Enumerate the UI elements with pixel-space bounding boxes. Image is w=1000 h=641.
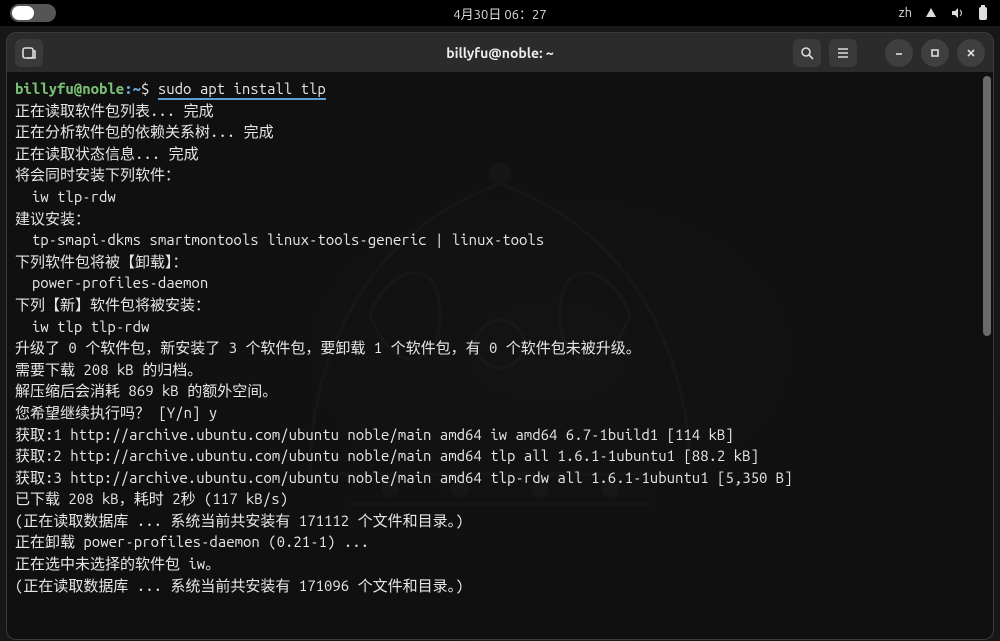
output-line: 正在选中未选择的软件包 iw。	[15, 553, 985, 575]
prompt-path: ~	[133, 80, 141, 97]
maximize-button[interactable]	[921, 39, 949, 67]
search-button[interactable]	[793, 39, 821, 67]
output-line: 获取:1 http://archive.ubuntu.com/ubuntu no…	[15, 424, 985, 446]
prompt-colon: :	[124, 80, 132, 97]
output-line: 需要下载 208 kB 的归档。	[15, 359, 985, 381]
output-line: (正在读取数据库 ... 系统当前共安装有 171112 个文件和目录。)	[15, 510, 985, 532]
output-line: 升级了 0 个软件包，新安装了 3 个软件包，要卸载 1 个软件包，有 0 个软…	[15, 337, 985, 359]
output-line: iw tlp-rdw	[15, 186, 985, 208]
volume-icon[interactable]	[950, 6, 964, 20]
prompt-dollar: $	[141, 80, 158, 97]
output-line: 正在分析软件包的依赖关系树... 完成	[15, 121, 985, 143]
output-line: 将会同时安装下列软件：	[15, 164, 985, 186]
terminal-titlebar: billyfu@noble: ~	[6, 32, 994, 72]
output-line: tp-smapi-dkms smartmontools linux-tools-…	[15, 229, 985, 251]
output-line: 已下载 208 kB，耗时 2秒 (117 kB/s)	[15, 488, 985, 510]
close-button[interactable]	[957, 39, 985, 67]
output-line: 获取:2 http://archive.ubuntu.com/ubuntu no…	[15, 445, 985, 467]
output-line: 下列软件包将被【卸载】：	[15, 251, 985, 273]
minimize-button[interactable]	[885, 39, 913, 67]
prompt-user: billyfu@noble	[15, 80, 124, 97]
output-line: 下列【新】软件包将被安装：	[15, 294, 985, 316]
output-line: 正在卸载 power-profiles-daemon (0.21-1) ...	[15, 531, 985, 553]
output-line: 您希望继续执行吗？ [Y/n] y	[15, 402, 985, 424]
input-method-indicator[interactable]: zh	[899, 6, 912, 20]
new-tab-button[interactable]	[15, 39, 43, 67]
battery-icon[interactable]	[976, 6, 990, 20]
prompt-line: billyfu@noble:~$ sudo apt install tlp	[15, 78, 985, 100]
terminal-scrollbar[interactable]	[983, 76, 991, 336]
output-line: (正在读取数据库 ... 系统当前共安装有 171096 个文件和目录。)	[15, 575, 985, 597]
gnome-top-bar: 4月30日 06：27 zh	[0, 0, 1000, 26]
window-title: billyfu@noble: ~	[446, 45, 554, 61]
clock[interactable]: 4月30日 06：27	[453, 4, 546, 23]
network-icon[interactable]	[924, 6, 938, 20]
output-line: power-profiles-daemon	[15, 272, 985, 294]
output-line: 获取:3 http://archive.ubuntu.com/ubuntu no…	[15, 467, 985, 489]
output-line: 建议安装：	[15, 208, 985, 230]
output-line: 正在读取软件包列表... 完成	[15, 100, 985, 122]
terminal-window[interactable]: billyfu@noble:~$ sudo apt install tlp正在读…	[6, 72, 994, 640]
menu-button[interactable]	[829, 39, 857, 67]
activities-pill[interactable]	[10, 4, 56, 22]
prompt-command: sudo apt install tlp	[158, 80, 326, 100]
output-line: iw tlp tlp-rdw	[15, 316, 985, 338]
output-line: 解压缩后会消耗 869 kB 的额外空间。	[15, 380, 985, 402]
output-line: 正在读取状态信息... 完成	[15, 143, 985, 165]
